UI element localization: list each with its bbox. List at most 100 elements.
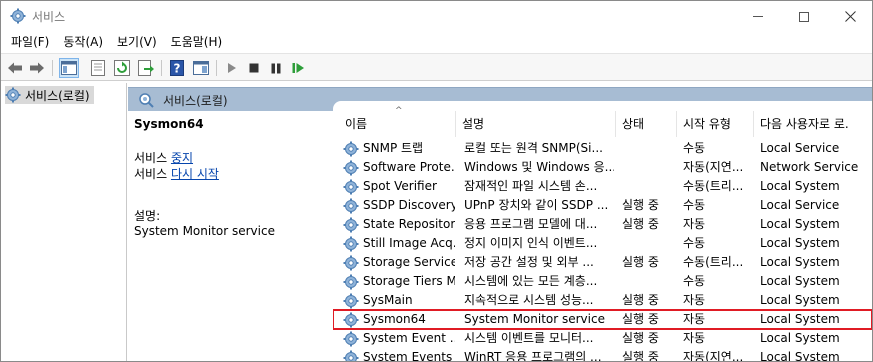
service-gear-icon	[343, 255, 359, 271]
cell-startup-type: 자동	[683, 293, 706, 307]
cell-name: Spot Verifier	[363, 179, 437, 193]
title-bar[interactable]: 서비스	[1, 1, 872, 32]
action-restart-line: 서비스 다시 시작	[134, 165, 219, 182]
table-row[interactable]: System Events ... WinRT 응용 프로그램의 ... 실행 중 자…	[333, 348, 872, 362]
service-gear-icon	[343, 141, 359, 157]
resume-icon	[292, 63, 304, 73]
cell-name: State Repositor...	[363, 217, 455, 231]
cell-startup-type: 수동	[683, 198, 706, 212]
help-icon: ?	[170, 60, 184, 76]
column-header-log-on-as[interactable]: 다음 사용자로 로.	[754, 111, 872, 137]
menu-help[interactable]: 도움말(H)	[164, 32, 230, 52]
cell-startup-type: 수동	[683, 274, 706, 288]
column-header-name[interactable]: 이름	[339, 111, 456, 137]
cell-description: 저장 공간 설정 및 외부 ...	[464, 255, 594, 269]
properties-button[interactable]	[88, 58, 108, 78]
refresh-icon	[114, 60, 130, 76]
toolbar-separator	[216, 60, 217, 76]
close-button[interactable]	[827, 1, 872, 32]
table-row[interactable]: SysMain 지속적으로 시스템 성능... 실행 중 자동 Local System	[333, 291, 872, 310]
restart-service-button[interactable]	[288, 58, 308, 78]
table-row[interactable]: System Event ... 시스템 이벤트를 모니터... 실행 중 자동 Loc…	[333, 329, 872, 348]
action-stop-line: 서비스 중지	[134, 149, 193, 166]
services-list: ^ 이름 설명 상태 시작 유형 다음 사용자로 로. SNMP 트랩 로컬 또는…	[333, 101, 872, 362]
help-button[interactable]: ?	[167, 58, 187, 78]
service-gear-icon	[343, 217, 359, 233]
cell-log-on-as: Local Service	[760, 198, 840, 212]
cell-log-on-as: Network Service	[760, 160, 859, 174]
table-row-selected[interactable]: Sysmon64 System Monitor service 실행 중 자동 Loca…	[333, 309, 872, 330]
start-service-button[interactable]	[222, 58, 242, 78]
menu-file[interactable]: 파일(F)	[1, 32, 56, 52]
table-row[interactable]: Still Image Acq... 정지 이미지 인식 이벤트... 수동 Loca…	[333, 234, 872, 253]
minimize-icon	[753, 16, 763, 17]
cell-description: 시스템에 있는 모든 계층...	[464, 274, 598, 288]
cell-description: 정지 이미지 인식 이벤트...	[464, 236, 598, 250]
service-gear-icon	[343, 198, 359, 214]
cell-description: 시스템 이벤트를 모니터...	[464, 331, 594, 345]
table-row[interactable]: SNMP 트랩 로컬 또는 원격 SNMP(Si... 수동 Local Servic…	[333, 139, 872, 158]
cell-name: SNMP 트랩	[363, 141, 424, 155]
cell-status	[622, 139, 677, 158]
service-gear-icon	[343, 274, 359, 290]
cell-status: 실행 중	[622, 331, 659, 345]
menu-view[interactable]: 보기(V)	[110, 32, 164, 52]
service-gear-icon	[343, 350, 359, 361]
cell-status: 실행 중	[622, 255, 659, 269]
cell-name: SSDP Discovery	[363, 198, 455, 212]
service-gear-icon	[343, 312, 359, 328]
cell-name: System Event ...	[363, 331, 455, 345]
cell-startup-type: 자동(지연...	[683, 350, 744, 362]
cell-log-on-as: Local System	[760, 217, 840, 231]
cell-startup-type: 수동	[683, 236, 706, 250]
console-tree-button[interactable]	[59, 58, 79, 78]
cell-startup-type: 수동(트리...	[683, 255, 744, 269]
table-row[interactable]: State Repositor... 응용 프로그램 모델에 대... 실행 중 자동…	[333, 215, 872, 234]
toolbar-separator	[161, 60, 162, 76]
stop-service-link[interactable]: 중지	[171, 151, 193, 165]
cell-status	[622, 158, 677, 177]
cell-status: 실행 중	[622, 350, 659, 362]
table-row[interactable]: Software Prote... Windows 및 Windows 응... 자…	[333, 158, 872, 177]
menu-action[interactable]: 동작(A)	[56, 32, 110, 52]
maximize-icon	[799, 11, 809, 22]
back-button[interactable]	[5, 58, 25, 78]
table-row[interactable]: Spot Verifier 잠재적인 파일 시스템 손... 수동(트리... Loc…	[333, 177, 872, 196]
table-row[interactable]: SSDP Discovery UPnP 장치와 같이 SSDP ... 실행 중 수동…	[333, 196, 872, 215]
action-prefix: 서비스	[134, 151, 171, 165]
cell-status	[622, 234, 677, 253]
cell-name: Storage Service	[363, 255, 455, 269]
pause-service-button[interactable]	[266, 58, 286, 78]
table-row[interactable]: Storage Tiers M... 시스템에 있는 모든 계층... 수동 Loca…	[333, 272, 872, 291]
export-list-button[interactable]	[136, 58, 156, 78]
service-detail-pane: Sysmon64 서비스 중지 서비스 다시 시작 설명: System Mon…	[128, 111, 333, 361]
stop-icon	[249, 63, 259, 73]
tree-item-services-local[interactable]: 서비스(로컬)	[5, 86, 94, 104]
cell-name: System Events ...	[363, 350, 455, 362]
cell-status: 실행 중	[622, 312, 659, 326]
description-text: System Monitor service	[134, 224, 275, 238]
table-row[interactable]: Storage Service 저장 공간 설정 및 외부 ... 실행 중 수동(트…	[333, 253, 872, 272]
restart-service-link[interactable]: 다시 시작	[171, 167, 219, 181]
cell-name: Software Prote...	[363, 160, 455, 174]
column-header-description[interactable]: 설명	[456, 111, 616, 137]
cell-description: System Monitor service	[464, 312, 605, 326]
forward-arrow-icon	[30, 62, 44, 74]
cell-name: Storage Tiers M...	[363, 274, 455, 288]
forward-button[interactable]	[27, 58, 47, 78]
cell-description: 잠재적인 파일 시스템 손...	[464, 179, 598, 193]
properties-icon	[91, 60, 105, 76]
cell-status: 실행 중	[622, 198, 659, 212]
refresh-button[interactable]	[112, 58, 132, 78]
cell-description: Windows 및 Windows 응...	[464, 160, 614, 174]
services-gear-icon	[10, 8, 26, 24]
maximize-button[interactable]	[781, 1, 827, 32]
show-hide-icon	[193, 61, 209, 75]
service-gear-icon	[343, 293, 359, 309]
column-header-status[interactable]: 상태	[616, 111, 677, 137]
column-header-startup-type[interactable]: 시작 유형	[677, 111, 754, 137]
cell-startup-type: 자동	[683, 331, 706, 345]
stop-service-button[interactable]	[244, 58, 264, 78]
show-hide-button[interactable]	[191, 58, 211, 78]
minimize-button[interactable]	[735, 1, 781, 32]
